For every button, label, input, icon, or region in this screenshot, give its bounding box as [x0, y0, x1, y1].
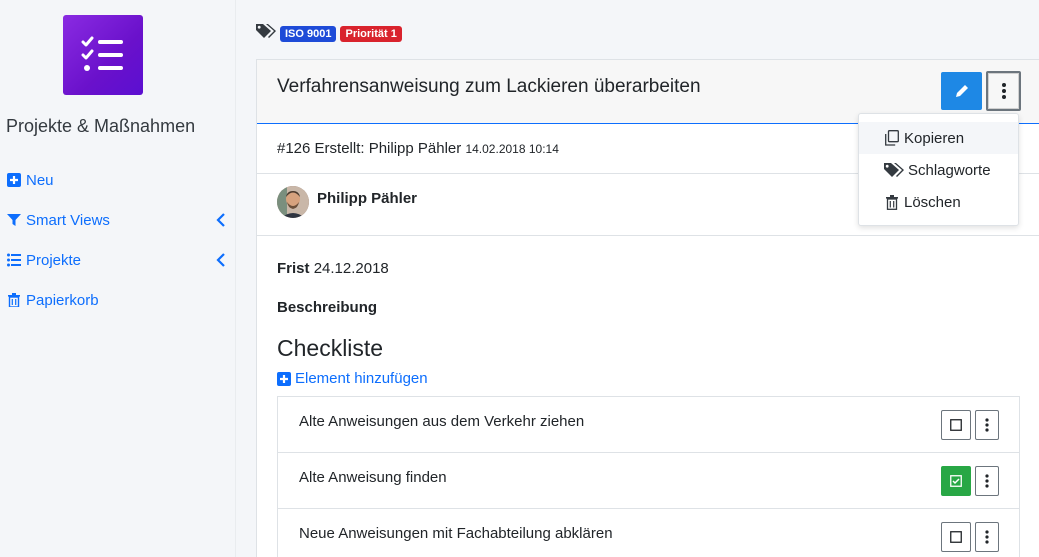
tags-icon — [256, 23, 276, 44]
unchecked-box-icon — [950, 419, 962, 431]
task-created-date: 14.02.2018 10:14 — [465, 142, 559, 156]
menu-item-schlagworte[interactable]: Schlagworte — [859, 154, 1018, 186]
plus-square-icon — [277, 371, 291, 386]
checked-box-icon — [950, 475, 962, 487]
deadline-label: Frist — [277, 260, 310, 277]
list-icon — [6, 252, 22, 268]
checklist-item-more-button[interactable] — [975, 522, 999, 552]
checklist-item: Alte Anweisung finden — [278, 453, 1019, 509]
more-options-button[interactable] — [986, 71, 1021, 111]
deadline: Frist 24.12.2018 — [277, 260, 1019, 277]
checklist-checkbox[interactable] — [941, 410, 971, 440]
sidebar-item-papierkorb[interactable]: Papierkorb — [6, 290, 228, 310]
vertical-dots-icon — [985, 530, 989, 544]
app-logo[interactable] — [63, 15, 143, 95]
checklist-item-more-button[interactable] — [975, 410, 999, 440]
app-title: Projekte & Maßnahmen — [6, 116, 196, 136]
sidebar-item-label: Projekte — [26, 251, 82, 269]
task-meta-text: #126 Erstellt: Philipp Pähler — [277, 140, 462, 157]
trash-icon — [6, 292, 22, 308]
checklist-item: Alte Anweisungen aus dem Verkehr ziehen — [278, 397, 1019, 453]
vertical-dots-icon — [985, 418, 989, 432]
menu-item-kopieren[interactable]: Kopieren — [859, 122, 1018, 154]
trash-icon — [883, 194, 901, 210]
sidebar-item-smart-views[interactable]: Smart Views — [6, 210, 228, 230]
task-body: Frist 24.12.2018 Beschreibung Checkliste… — [257, 236, 1039, 557]
sidebar-item-label: Papierkorb — [26, 291, 99, 309]
copy-icon — [883, 130, 901, 146]
checklist-heading: Checkliste — [277, 335, 384, 361]
unchecked-box-icon — [950, 531, 962, 543]
description-label: Beschreibung — [277, 299, 378, 316]
avatar — [277, 186, 309, 218]
sidebar: Projekte & Maßnahmen Neu Smart Views Pro… — [0, 0, 236, 557]
checklist-item-text: Alte Anweisungen aus dem Verkehr ziehen — [299, 413, 585, 430]
checklist-icon — [81, 36, 123, 71]
checklist-item-text: Neue Anweisungen mit Fachabteilung abklä… — [299, 525, 613, 542]
checklist-item-more-button[interactable] — [975, 466, 999, 496]
plus-square-icon — [6, 172, 22, 188]
chevron-left-icon[interactable] — [214, 252, 228, 268]
menu-item-label: Löschen — [904, 193, 961, 211]
sidebar-item-label: Neu — [26, 171, 54, 189]
more-options-menu: Kopieren Schlagworte Löschen — [858, 113, 1019, 226]
author-name: Philipp Pähler — [317, 190, 418, 207]
sidebar-nav: Neu Smart Views Projekte Papierkorb — [6, 170, 228, 330]
checklist-checkbox[interactable] — [941, 466, 971, 496]
deadline-value: 24.12.2018 — [313, 260, 389, 277]
sidebar-item-neu[interactable]: Neu — [6, 170, 228, 190]
pencil-icon — [955, 84, 969, 97]
add-element-link[interactable]: Element hinzufügen — [277, 370, 1019, 387]
checklist: Alte Anweisungen aus dem Verkehr ziehen … — [277, 396, 1020, 557]
add-element-label: Element hinzufügen — [295, 370, 428, 387]
vertical-dots-icon — [985, 474, 989, 488]
menu-item-label: Schlagworte — [908, 161, 991, 179]
menu-item-label: Kopieren — [904, 129, 965, 147]
task-title: Verfahrensanweisung zum Lackieren überar… — [277, 76, 701, 97]
tag-badge[interactable]: Priorität 1 — [340, 25, 402, 42]
filter-icon — [6, 212, 22, 228]
tags-bar: ISO 9001 Priorität 1 — [256, 23, 402, 44]
tags-icon — [883, 162, 905, 178]
checklist-item-text: Alte Anweisung finden — [299, 469, 447, 486]
checklist-checkbox[interactable] — [941, 522, 971, 552]
checklist-item: Neue Anweisungen mit Fachabteilung abklä… — [278, 509, 1019, 557]
edit-button[interactable] — [941, 72, 982, 110]
tag-badge[interactable]: ISO 9001 — [280, 25, 337, 42]
menu-item-loeschen[interactable]: Löschen — [859, 186, 1018, 218]
vertical-dots-icon — [1001, 83, 1006, 99]
sidebar-item-projekte[interactable]: Projekte — [6, 250, 228, 270]
chevron-left-icon[interactable] — [214, 212, 228, 228]
sidebar-item-label: Smart Views — [26, 211, 110, 229]
